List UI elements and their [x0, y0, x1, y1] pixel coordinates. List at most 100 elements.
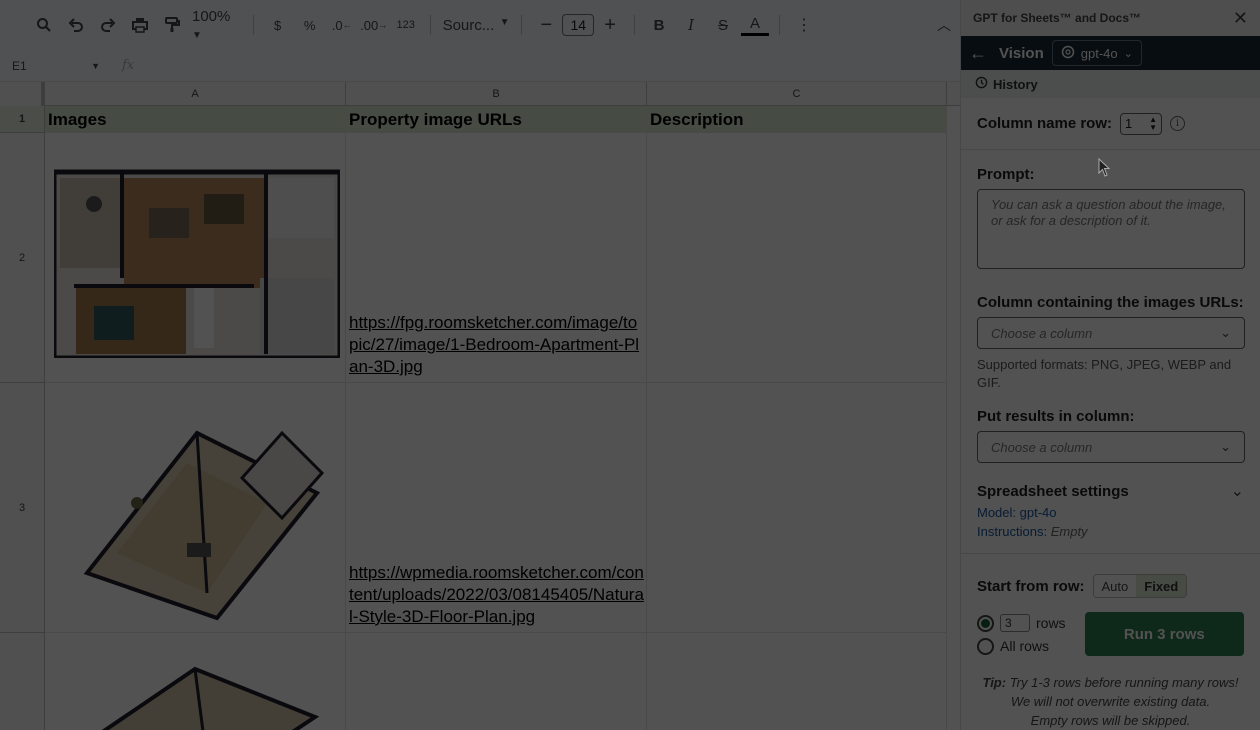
sheets-toolbar: 100% ▼ $ % .0 ← .00 → 123 Sourc... ▼ − 14 +… [0, 0, 960, 50]
text-color-button[interactable]: A [741, 14, 770, 36]
paint-format-icon[interactable] [158, 11, 186, 39]
decrease-decimal-button[interactable]: .0 ← [328, 11, 356, 39]
caret-down-icon: ▼ [91, 60, 100, 71]
tip-line-3: Empty rows will be skipped. [1030, 713, 1191, 728]
italic-button[interactable]: I [677, 11, 705, 39]
font-size-plus-icon[interactable]: + [596, 11, 624, 39]
info-icon[interactable]: i [1170, 116, 1186, 131]
tip-line-2: We will not overwrite existing data. [1010, 694, 1211, 709]
formats-help: Supported formats: PNG, JPEG, WEBP and G… [977, 357, 1232, 390]
redo-icon[interactable] [94, 11, 122, 39]
row-header-4[interactable] [0, 633, 45, 730]
history-link[interactable]: History [961, 70, 1260, 98]
toolbar-divider [429, 15, 431, 35]
tip-label: Tip: [982, 675, 1007, 690]
run-rows-button[interactable]: Run 3 rows [1084, 612, 1244, 656]
name-box-value: E1 [12, 58, 27, 73]
column-name-row: Column name row: 1 ▲ ▼ i [961, 98, 1260, 150]
cell-c3[interactable] [647, 383, 947, 633]
stepper-value: 1 [1125, 116, 1133, 131]
fixed-option[interactable]: Fixed [1136, 575, 1187, 597]
increase-decimal-button[interactable]: .00 → [360, 11, 388, 39]
cell-a3[interactable] [45, 383, 346, 633]
prompt-textarea[interactable] [977, 189, 1245, 269]
row-header-2[interactable]: 2 [0, 133, 45, 383]
floor-plan-partial-image [85, 657, 325, 730]
model-value: gpt-4o [1080, 45, 1118, 61]
more-vert-icon[interactable]: ⋮ [790, 11, 818, 39]
cell-c4[interactable] [647, 633, 947, 730]
row-header-1[interactable]: 1 [0, 106, 45, 133]
strikethrough-button[interactable]: S [709, 11, 737, 39]
font-size-minus-icon[interactable]: − [532, 11, 560, 39]
back-arrow-icon[interactable]: ← [969, 43, 987, 64]
zoom-select[interactable]: 100% ▼ [188, 8, 245, 42]
tip-line-1: Try 1-3 rows before running many rows! [1009, 675, 1239, 690]
cell-b1[interactable]: Property image URLs [346, 106, 647, 133]
toolbar-divider [779, 15, 780, 35]
results-column-label: Put results in column: [977, 408, 1135, 425]
images-column-select[interactable]: Choose a column ⌄ [977, 317, 1245, 349]
sidebar-body: Column name row: 1 ▲▼ i Prompt: Column c… [961, 98, 1260, 730]
column-header-c[interactable]: C [647, 82, 947, 106]
collapse-toolbar-icon[interactable]: ︿ [930, 11, 958, 39]
auto-option[interactable]: Auto [1094, 575, 1137, 597]
cell-b2[interactable]: https://fpg.roomsketcher.com/image/topic… [346, 133, 647, 383]
chevron-down-icon: ⌄ [1220, 439, 1231, 454]
cell-a4[interactable] [45, 633, 346, 730]
font-select[interactable]: Sourc... ▼ [439, 17, 514, 34]
nav-title: Vision [999, 44, 1044, 62]
formula-bar: E1 ▼ fx [0, 50, 960, 82]
search-icon[interactable] [30, 11, 58, 39]
all-rows-option[interactable]: All rows [977, 635, 1085, 657]
select-all-corner[interactable] [0, 82, 45, 106]
column-header-b[interactable]: B [346, 82, 647, 106]
tip-text: Tip: Try 1-3 rows before running many ro… [977, 673, 1244, 730]
cell-b4[interactable] [346, 633, 647, 730]
column-headers: A B C [0, 82, 960, 106]
spreadsheet-area: 100% ▼ $ % .0 ← .00 → 123 Sourc... ▼ − 14 +… [0, 0, 960, 730]
spreadsheet-settings[interactable]: Spreadsheet settings ⌄ Model: gpt-4o Ins… [961, 481, 1260, 554]
number-format-button[interactable]: 123 [392, 11, 420, 39]
instructions-value: Empty [1050, 524, 1088, 539]
image-url-link[interactable]: https://wpmedia.roomsketcher.com/content… [349, 562, 644, 628]
radio-unselected[interactable] [977, 637, 994, 655]
floor-plan-3d-image [53, 387, 341, 628]
bold-button[interactable]: B [645, 11, 673, 39]
column-name-row-stepper[interactable]: 1 ▲ ▼ [1120, 112, 1163, 135]
undo-icon[interactable] [62, 11, 90, 39]
percent-format-button[interactable]: % [296, 11, 324, 39]
start-row-toggle: Auto Fixed [1092, 574, 1188, 598]
chevron-down-icon: ▼ [192, 30, 202, 41]
row-header-3[interactable]: 3 [0, 383, 45, 633]
gpt-sidebar: GPT for Sheets™ and Docs™ ✕ ← Vision gpt… [960, 0, 1260, 730]
currency-format-button[interactable]: $ [264, 11, 292, 39]
results-column-select[interactable]: Choose a column ⌄ [977, 431, 1245, 463]
cell-b3[interactable]: https://wpmedia.roomsketcher.com/content… [346, 383, 647, 633]
cell-c1[interactable]: Description [647, 106, 947, 133]
model-select[interactable]: gpt-4o ⌄ [1051, 40, 1142, 66]
rows-count-input[interactable]: 3 [1000, 614, 1030, 632]
font-size-input[interactable]: 14 [562, 14, 595, 36]
cell-c2[interactable] [647, 133, 947, 383]
model-key: Model: [977, 505, 1017, 520]
cell-a1[interactable]: Images [45, 106, 346, 133]
close-icon[interactable]: ✕ [1233, 8, 1248, 29]
decrease-decimal-label: .0 [331, 17, 343, 33]
results-column-placeholder: Choose a column [991, 439, 1093, 455]
radio-selected[interactable] [977, 614, 994, 632]
cell-a2[interactable] [45, 133, 346, 383]
instructions-key: Instructions: [977, 524, 1048, 539]
sidebar-title: GPT for Sheets™ and Docs™ [973, 11, 1142, 25]
start-row-label: Start from row: [977, 577, 1085, 595]
print-icon[interactable] [126, 11, 154, 39]
model-meta-value: gpt-4o [1019, 505, 1057, 520]
chevron-down-icon: ⌄ [1123, 47, 1133, 60]
image-url-link[interactable]: https://fpg.roomsketcher.com/image/topic… [349, 312, 644, 378]
name-box[interactable]: E1 ▼ [6, 54, 106, 78]
column-header-a[interactable]: A [45, 82, 346, 106]
toolbar-divider [521, 15, 523, 35]
chevron-down-icon: ▼ [499, 16, 510, 28]
rows-count-option[interactable]: 3 rows [977, 612, 1085, 634]
model-meta: Model: gpt-4o [977, 505, 1244, 520]
